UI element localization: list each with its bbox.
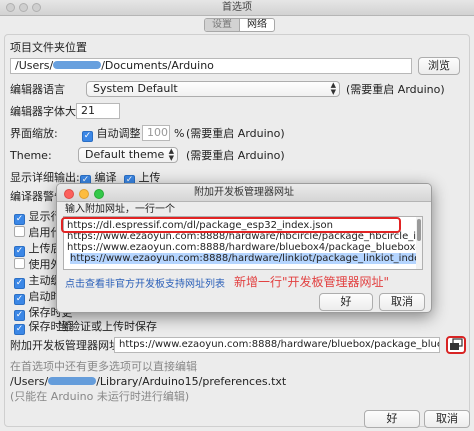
theme-value: Default theme [85,148,165,161]
save-on-verify-label: 当验证或上传时保存 [58,320,157,333]
theme-label: Theme: [10,149,52,162]
boards-url-label: 附加开发板管理器网址: [10,339,124,352]
fontsize-input[interactable]: 21 [76,103,120,119]
window-stack-icon [450,338,463,350]
close-window-button[interactable] [6,3,15,12]
prefs-path-suffix: /Library/Arduino15/preferences.txt [96,375,287,388]
autoscale-label: 自动调整 [96,127,141,140]
dialog-title: 附加开发板管理器网址 [194,187,294,198]
language-select[interactable]: System Default ▲ ▼ [86,81,340,97]
boards-url-input[interactable]: https://www.ezaoyun.com:8888/hardware/bl… [114,337,440,353]
checkmark-icon: ✓ [14,278,25,289]
minimize-window-button[interactable] [19,3,28,12]
redacted-username [48,377,97,385]
tab-network[interactable]: 网络 [240,19,274,31]
dialog-prompt: 输入附加网址，一行一个 [65,204,175,215]
language-value: System Default [93,82,178,95]
select-arrows-icon: ▲ ▼ [168,147,174,162]
edit-note: (只能在 Arduino 未运行时进行编辑) [10,390,190,403]
checkmark-icon: ✓ [82,131,93,142]
checkmark-icon [14,226,25,237]
scale-input[interactable]: 100 [142,125,170,141]
window-controls [6,3,41,12]
browse-button[interactable]: 浏览 [418,57,460,75]
url-line-selected: https://www.ezaoyun.com:8888/hardware/li… [70,253,422,264]
dialog-minimize-button[interactable] [79,189,89,199]
url-scrollbar[interactable] [416,217,422,269]
sketchbook-path-prefix: /Users/ [15,59,54,72]
url-scrollbar-thumb[interactable] [417,219,421,241]
sketchbook-label: 项目文件夹位置 [10,41,87,54]
ok-button[interactable]: 好 [364,410,420,428]
scale-unit: % [174,127,185,140]
redacted-username [53,61,102,69]
language-label: 编辑器语言 [10,83,65,96]
window-titlebar: 首选项 [0,0,474,16]
sketchbook-path-suffix: /Documents/Arduino [101,59,214,72]
theme-select[interactable]: Default theme ▲ ▼ [78,147,178,163]
checkmark-icon: ✓ [14,294,25,305]
dialog-close-button[interactable] [64,189,74,199]
new-url-highlight [61,217,401,233]
dialog-ok-button[interactable]: 好 [319,293,373,311]
language-note: (需要重启 Arduino) [346,83,445,96]
checkmark-icon: ✓ [14,246,25,257]
dialog-titlebar: 附加开发板管理器网址 [57,184,431,202]
cancel-button[interactable]: 取消 [424,410,470,428]
autoscale-checkbox[interactable]: ✓ 自动调整 [82,127,141,142]
unofficial-boards-link[interactable]: 点击查看非官方开发板支持网址列表 [65,278,225,292]
prefs-path[interactable]: /Users/ /Library/Arduino15/preferences.tx… [10,375,286,389]
boards-url-dialog: 附加开发板管理器网址 输入附加网址，一行一个 https://dl.espres… [56,183,432,313]
scale-note: (需要重启 Arduino) [186,127,285,140]
url-line: https://www.ezaoyun.com:8888/hardware/bl… [67,242,423,253]
dialog-cancel-button[interactable]: 取消 [379,293,425,311]
tab-settings[interactable]: 设置 [205,19,240,31]
zoom-window-button[interactable] [32,3,41,12]
theme-note: (需要重启 Arduino) [186,149,285,162]
scale-label: 界面缩放: [10,127,58,140]
more-prefs-note: 在首选项中还有更多选项可以直接编辑 [10,360,197,373]
checkmark-icon [14,258,25,269]
window-title: 首选项 [222,2,252,13]
open-url-list-button[interactable] [446,336,466,354]
select-arrows-icon: ▲ ▼ [330,81,336,96]
preference-tabs: 设置 网络 [204,18,275,32]
prefs-path-prefix: /Users/ [10,375,49,388]
annotation-text: 新增一行"开发板管理器网址" [234,275,390,289]
checkmark-icon: ✓ [14,214,25,225]
dialog-zoom-button[interactable] [94,189,104,199]
sketchbook-path-field[interactable]: /Users/ /Documents/Arduino [10,58,412,74]
save-on-verify-text: 当验证或上传时保存 [14,320,157,334]
